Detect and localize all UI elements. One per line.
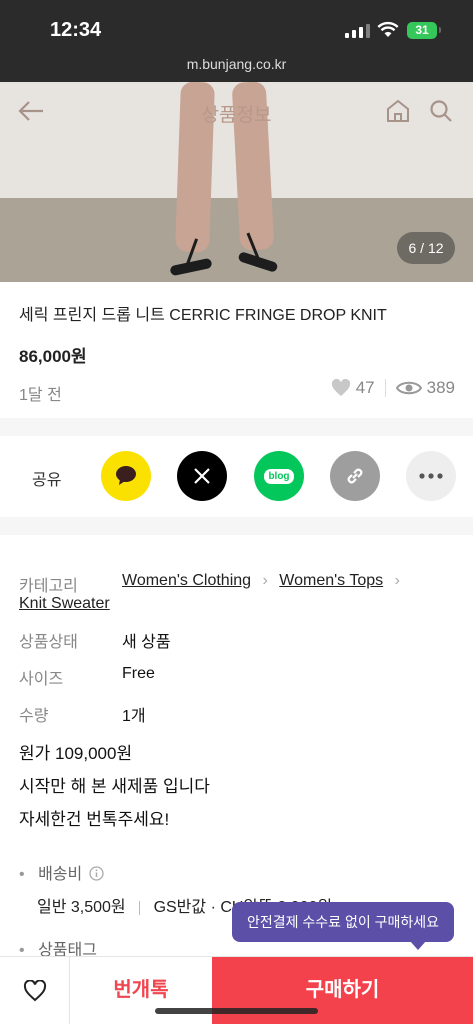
posted-time: 1달 전 — [19, 387, 62, 404]
safe-payment-tooltip[interactable]: 안전결제 수수료 없이 구매하세요 — [232, 902, 454, 950]
category-link-2[interactable]: Women's Tops — [279, 572, 383, 589]
blog-icon: blog — [264, 468, 294, 484]
shipping-heading: 배송비 — [19, 860, 104, 884]
quantity-label: 수량 — [19, 708, 49, 725]
description-line: 시작만 해 본 새제품 입니다 — [19, 777, 210, 796]
signal-icon — [345, 24, 371, 38]
category-row: 카테고리 Women's Clothing › Women's Tops › — [19, 572, 400, 596]
section-divider — [0, 517, 473, 535]
category-link-1[interactable]: Women's Clothing — [122, 572, 251, 589]
home-indicator — [155, 1008, 318, 1014]
description-line: 원가 109,000원 — [19, 744, 133, 763]
heart-outline-icon — [23, 980, 46, 1002]
quantity-row: 수량 1개 — [19, 702, 146, 726]
view-count: 389 — [426, 378, 455, 397]
description-line: 자세한건 번톡주세요! — [19, 810, 170, 829]
share-x-button[interactable] — [177, 451, 227, 501]
battery-indicator: 31 — [407, 22, 441, 39]
photo-counter: 6 / 12 — [397, 232, 455, 264]
share-kakaotalk-button[interactable] — [101, 451, 151, 501]
condition-value: 새 상품 — [122, 634, 171, 651]
product-title: 세릭 프린지 드롭 니트 CERRIC FRINGE DROP KNIT — [19, 307, 387, 324]
link-icon — [347, 468, 363, 484]
url-bar[interactable]: m.bunjang.co.kr — [0, 54, 473, 82]
wifi-icon — [377, 21, 399, 37]
heart-icon — [331, 379, 350, 396]
info-icon[interactable] — [89, 866, 104, 881]
status-bar: 12:34 31 — [0, 0, 473, 54]
status-time: 12:34 — [50, 19, 102, 41]
section-divider — [0, 418, 473, 436]
more-icon — [419, 473, 443, 479]
x-icon — [194, 468, 210, 484]
quantity-value: 1개 — [122, 708, 146, 725]
category-label: 카테고리 — [19, 578, 78, 595]
size-label: 사이즈 — [19, 671, 64, 688]
shipping-label: 배송비 — [38, 866, 83, 883]
condition-row: 상품상태 새 상품 — [19, 628, 171, 652]
breadcrumb: Women's Clothing › Women's Tops › — [122, 572, 400, 589]
size-value: Free — [122, 665, 155, 682]
eye-icon — [395, 381, 422, 395]
share-blog-button[interactable]: blog — [254, 451, 304, 501]
product-price: 86,000원 — [19, 347, 87, 366]
product-description: 원가 109,000원 시작만 해 본 새제품 입니다 자세한건 번톡주세요! — [19, 737, 210, 836]
share-label: 공유 — [32, 472, 62, 489]
home-icon[interactable] — [383, 96, 413, 126]
condition-label: 상품상태 — [19, 634, 78, 651]
search-icon[interactable] — [426, 96, 456, 126]
shipping-normal: 일반 3,500원 — [37, 899, 126, 916]
share-link-button[interactable] — [330, 451, 380, 501]
like-count: 47 — [355, 378, 375, 397]
category-row-2: Knit Sweater — [19, 595, 110, 613]
category-link-3[interactable]: Knit Sweater — [19, 595, 110, 613]
url-text: m.bunjang.co.kr — [186, 56, 287, 72]
size-row: 사이즈 Free — [19, 665, 155, 689]
favorite-button[interactable] — [0, 957, 70, 1024]
product-image[interactable]: 상품정보 6 / 12 — [0, 82, 473, 282]
product-stats: 47 389 — [331, 378, 455, 398]
share-more-button[interactable] — [406, 451, 456, 501]
kakaotalk-icon — [116, 466, 136, 485]
